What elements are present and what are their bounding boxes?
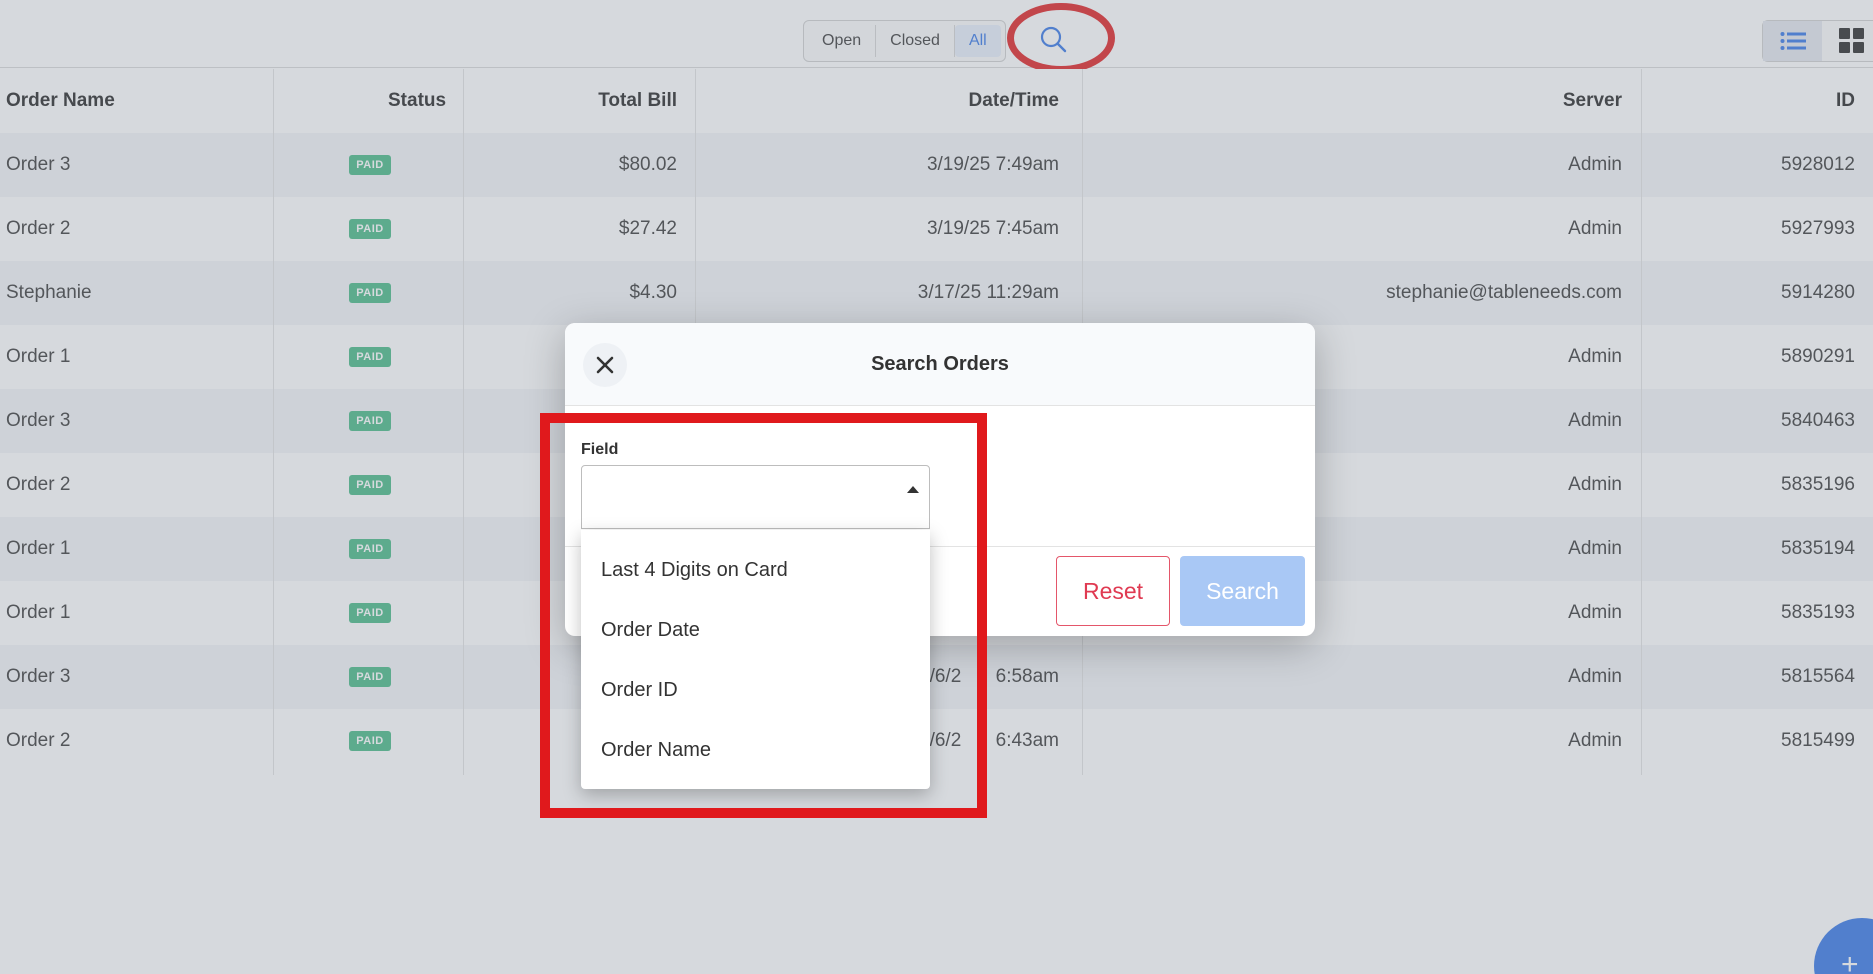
annotation-highlight-box (540, 413, 987, 818)
close-button[interactable] (583, 343, 627, 387)
close-icon (596, 356, 614, 374)
reset-button[interactable]: Reset (1056, 556, 1170, 626)
modal-title: Search Orders (871, 353, 1009, 375)
search-button[interactable]: Search (1180, 556, 1305, 626)
modal-header: Search Orders (565, 323, 1315, 406)
